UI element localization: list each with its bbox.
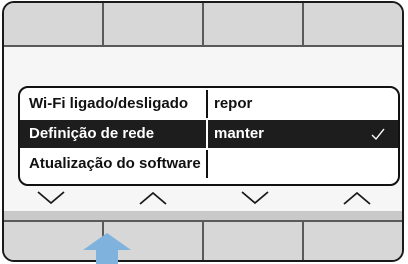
chevron-up-icon <box>343 191 371 205</box>
menu-item-value: repor <box>214 95 253 112</box>
menu-row-software-update[interactable]: Atualização do software <box>20 150 398 178</box>
chevron-down-icon <box>37 191 65 205</box>
menu-item-label: Definição de rede <box>20 120 208 148</box>
menu-item-value-cell: manter <box>208 120 398 148</box>
menu-item-label: Wi-Fi ligado/desligado <box>20 90 208 118</box>
top-softkey-bar <box>4 3 402 47</box>
top-softkey-3[interactable] <box>204 3 304 45</box>
bottom-softkey-4[interactable] <box>304 222 402 260</box>
scroll-up-left[interactable] <box>102 188 204 208</box>
menu-item-value <box>208 150 398 178</box>
scroll-down-right[interactable] <box>204 188 306 208</box>
top-softkey-4[interactable] <box>304 3 402 45</box>
bottom-softkey-bar <box>4 220 402 260</box>
menu-item-value: manter <box>214 125 265 142</box>
top-softkey-1[interactable] <box>4 3 104 45</box>
navigation-arrows <box>0 188 408 208</box>
top-softkey-2[interactable] <box>104 3 204 45</box>
scroll-up-right[interactable] <box>306 188 408 208</box>
scroll-down-left[interactable] <box>0 188 102 208</box>
indicator-arrow-icon <box>83 233 131 264</box>
checkmark-icon <box>371 128 385 141</box>
menu-row-wifi[interactable]: Wi-Fi ligado/desligado repor <box>20 90 398 118</box>
chevron-up-icon <box>139 191 167 205</box>
menu-row-network-setting[interactable]: Definição de rede manter <box>20 120 398 148</box>
menu-item-label: Atualização do software <box>20 150 208 178</box>
chevron-down-icon <box>241 191 269 205</box>
settings-menu: Wi-Fi ligado/desligado repor Definição d… <box>18 86 400 186</box>
bottom-softkey-3[interactable] <box>204 222 304 260</box>
